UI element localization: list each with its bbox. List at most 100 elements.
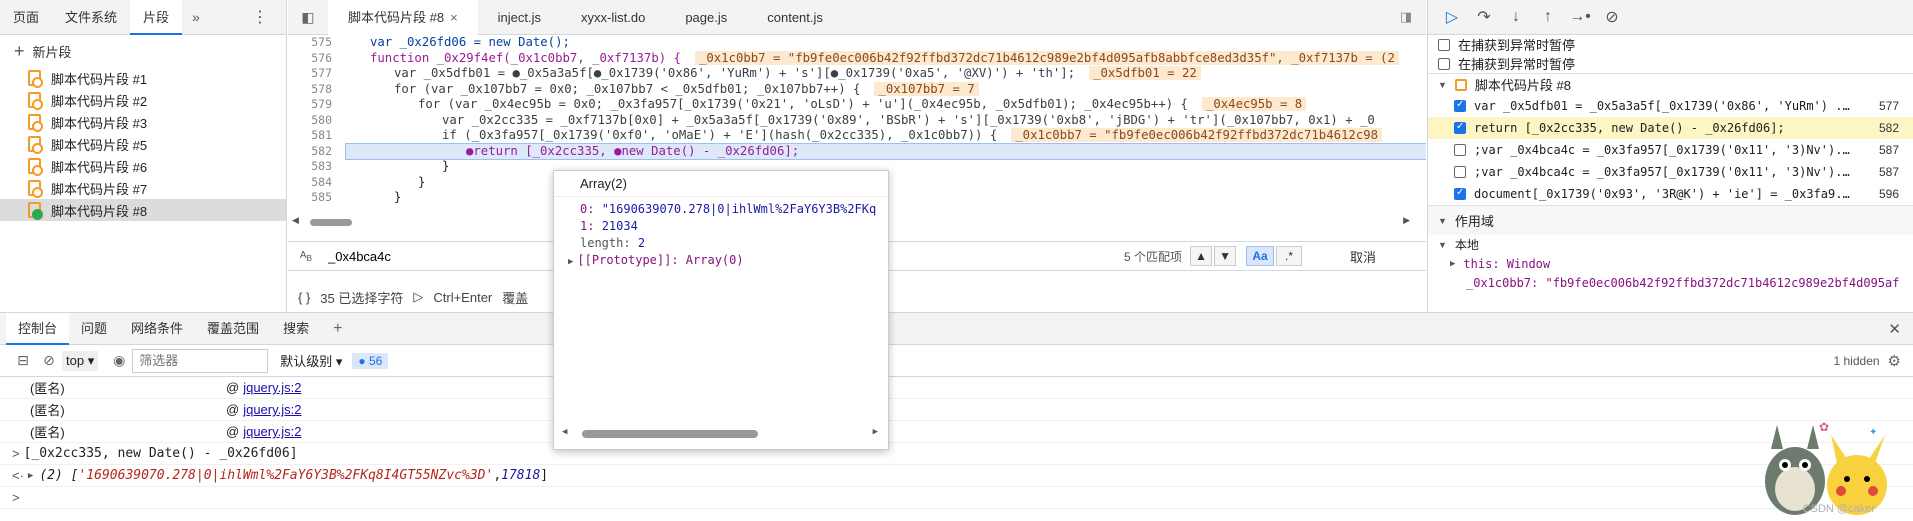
source-link[interactable]: jquery.js:2	[243, 402, 301, 417]
braces-icon[interactable]: { }	[298, 290, 310, 305]
line-number[interactable]: 578	[288, 82, 334, 98]
console-input[interactable]: >	[0, 487, 1913, 509]
snippet-item[interactable]: 脚本代码片段 #1	[0, 67, 286, 89]
add-tab-icon[interactable]: +	[321, 320, 354, 338]
checkbox[interactable]	[1438, 57, 1450, 70]
tab-snippet-8[interactable]: 脚本代码片段 #8 ×	[328, 0, 478, 35]
line-number-breakpoint[interactable]: 577	[288, 66, 334, 82]
tab-content-js[interactable]: content.js	[747, 0, 843, 35]
tab-xyxx-list[interactable]: xyxx-list.do	[561, 0, 665, 35]
checkbox[interactable]	[1454, 121, 1466, 134]
message-count-badge[interactable]: ● 56	[352, 352, 389, 369]
match-count: 5 个匹配项	[1124, 249, 1183, 264]
new-snippet-button[interactable]: + 新片段	[0, 35, 286, 67]
pause-caught-option[interactable]: 在捕获到异常时暂停	[1428, 54, 1913, 73]
tab-issues[interactable]: 问题	[69, 313, 119, 345]
scroll-right-icon[interactable]: ▶	[873, 427, 878, 437]
line-number[interactable]: 585	[288, 190, 334, 206]
pause-uncaught-option[interactable]: 在捕获到异常时暂停	[1428, 35, 1913, 54]
array-entry[interactable]: 1: 21034	[554, 218, 888, 235]
breakpoint-item[interactable]: ;var _0x4bca4c = _0x3fa957[_0x1739('0x11…	[1428, 139, 1913, 161]
line-number[interactable]: 581	[288, 128, 334, 144]
filter-input[interactable]	[132, 348, 269, 373]
array-length[interactable]: length: 2	[554, 235, 888, 252]
deactivate-breakpoints-icon[interactable]: ⊘	[1596, 7, 1628, 27]
line-number[interactable]: 579	[288, 97, 334, 113]
close-drawer-icon[interactable]: ✕	[1888, 320, 1901, 338]
prev-match-icon[interactable]: ▲	[1190, 246, 1213, 266]
tab-inject-js[interactable]: inject.js	[478, 0, 561, 35]
clear-console-icon[interactable]: ⊘	[36, 352, 62, 369]
scope-section-header[interactable]: ▼ 作用域	[1428, 205, 1913, 235]
toggle-navigator-icon[interactable]: ◧	[288, 9, 328, 26]
more-menu-icon[interactable]: ⋮	[234, 7, 286, 27]
more-tabs-icon[interactable]: »	[182, 9, 210, 25]
scope-entry[interactable]: ▶ this: Window	[1428, 254, 1913, 273]
line-number[interactable]: 584	[288, 175, 334, 191]
tab-search[interactable]: 搜索	[271, 313, 321, 345]
regex-button[interactable]: .*	[1276, 246, 1303, 266]
popover-hscrollbar[interactable]: ◀ ▶	[554, 427, 888, 441]
console-result[interactable]: <· ▶ (2) ['1690639070.278|0|ihlWml%2FaY6Y3…	[0, 465, 1913, 487]
local-scope-header[interactable]: ▼ 本地	[1428, 235, 1913, 254]
source-link[interactable]: jquery.js:2	[243, 380, 301, 395]
step-out-icon[interactable]: ↑	[1532, 8, 1564, 26]
step-icon[interactable]: →•	[1564, 8, 1596, 26]
match-case-button[interactable]: Aa	[1246, 246, 1275, 266]
breakpoint-item[interactable]: var _0x5dfb01 = _0x5a3a5f[_0x1739('0x86'…	[1428, 95, 1913, 117]
context-select[interactable]: top ▾	[62, 350, 99, 371]
log-level-select[interactable]: 默认级别 ▾	[280, 351, 342, 370]
line-number[interactable]: 575	[288, 35, 334, 51]
snippet-item[interactable]: 脚本代码片段 #2	[0, 89, 286, 111]
replace-toggle-icon[interactable]: AB	[288, 250, 324, 263]
sidebar-toggle-icon[interactable]: ⊟	[10, 352, 36, 369]
line-number[interactable]: 583	[288, 159, 334, 175]
scroll-thumb[interactable]	[582, 430, 758, 438]
scroll-thumb[interactable]	[310, 219, 352, 226]
code-line: for (var _0x107bb7 = 0x0; _0x107bb7 < _0…	[346, 81, 1426, 98]
snippet-item-selected[interactable]: 脚本代码片段 #8	[0, 199, 286, 221]
snippet-item[interactable]: 脚本代码片段 #6	[0, 155, 286, 177]
close-icon[interactable]: ×	[450, 10, 458, 25]
scroll-right-icon[interactable]: ▶	[1403, 215, 1410, 226]
prototype-entry[interactable]: ▶ [[Prototype]]: Array(0)	[554, 252, 888, 269]
scroll-left-icon[interactable]: ◀	[562, 427, 567, 437]
checkbox[interactable]	[1454, 187, 1466, 200]
toggle-debugger-icon[interactable]: ◨	[1386, 9, 1426, 25]
line-number-breakpoint[interactable]: 582	[288, 144, 334, 160]
tab-network-conditions[interactable]: 网络条件	[119, 313, 195, 345]
resume-icon[interactable]: ▷	[1436, 7, 1468, 27]
gear-icon[interactable]: ⚙	[1888, 352, 1901, 370]
source-link[interactable]: jquery.js:2	[243, 424, 301, 439]
tab-snippets[interactable]: 片段	[130, 0, 183, 35]
snippet-item[interactable]: 脚本代码片段 #7	[0, 177, 286, 199]
step-over-icon[interactable]: ↷	[1468, 7, 1500, 27]
snippet-item[interactable]: 脚本代码片段 #3	[0, 111, 286, 133]
tab-page-js[interactable]: page.js	[665, 0, 747, 35]
scroll-left-icon[interactable]: ◀	[292, 215, 299, 226]
run-snippet-icon[interactable]: ▷	[413, 289, 423, 305]
cancel-search-button[interactable]: 取消	[1338, 243, 1388, 270]
scope-entry[interactable]: _0x1c0bb7: "fb9fe0ec006b42f92ffbd372dc71…	[1428, 273, 1913, 292]
tab-console[interactable]: 控制台	[6, 312, 70, 345]
checkbox[interactable]	[1454, 166, 1466, 178]
chevron-right-icon[interactable]: ▶	[28, 471, 33, 481]
checkbox[interactable]	[1438, 38, 1450, 51]
tab-coverage[interactable]: 覆盖范围	[195, 313, 271, 345]
snippet-item[interactable]: 脚本代码片段 #5	[0, 133, 286, 155]
breakpoint-item[interactable]: ;var _0x4bca4c = _0x3fa957[_0x1739('0x11…	[1428, 161, 1913, 183]
breakpoint-item[interactable]: document[_0x1739('0x93', '3R@K') + 'ie']…	[1428, 183, 1913, 205]
breakpoint-item-active[interactable]: return [_0x2cc335, new Date() - _0x26fd0…	[1428, 117, 1913, 139]
tab-filesystem[interactable]: 文件系统	[52, 0, 130, 35]
checkbox[interactable]	[1454, 99, 1466, 112]
tab-page[interactable]: 页面	[0, 0, 52, 35]
chevron-right-icon[interactable]: ▶	[568, 257, 573, 267]
line-number[interactable]: 576	[288, 51, 334, 67]
array-entry[interactable]: 0: "1690639070.278|0|ihlWml%2FaY6Y3B%2FK…	[554, 201, 888, 218]
line-number[interactable]: 580	[288, 113, 334, 129]
step-into-icon[interactable]: ↓	[1500, 8, 1532, 26]
breakpoint-group-header[interactable]: ▼ 脚本代码片段 #8	[1428, 73, 1913, 95]
checkbox[interactable]	[1454, 144, 1466, 156]
next-match-icon[interactable]: ▼	[1214, 246, 1237, 266]
eye-icon[interactable]: ◉	[106, 352, 132, 369]
